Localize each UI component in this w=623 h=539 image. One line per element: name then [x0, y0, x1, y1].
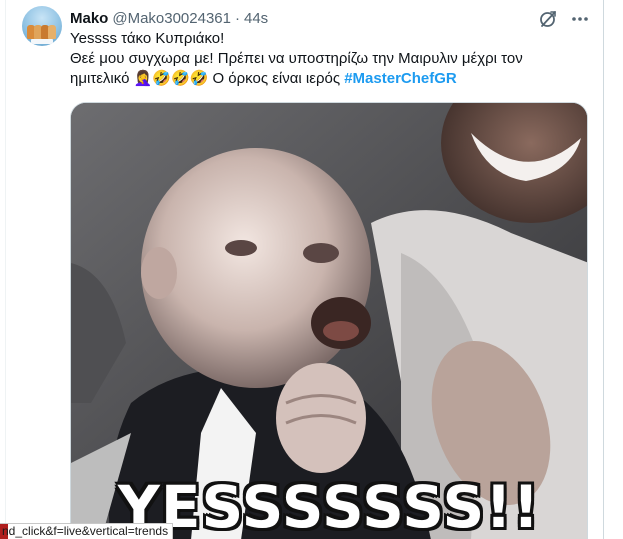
author-handle[interactable]: @Mako30024361	[112, 10, 231, 27]
grok-icon[interactable]	[538, 9, 558, 29]
avatar[interactable]	[22, 6, 62, 46]
tweet-card[interactable]: Mako @Mako30024361 · 44s Yessss τάκο Κυπ…	[8, 0, 602, 539]
avatar-figure	[48, 25, 56, 39]
left-frame-edge	[0, 0, 6, 539]
tweet-text-segment: ημιτελικό 🤦‍♀️🤣🤣🤣 Ο όρκος είναι ιερός	[70, 70, 345, 87]
tweet-media-gif[interactable]: YESSSSSSS!!	[70, 102, 588, 539]
tweet-text: Yessss τάκο Κυπριάκο! Θεέ μου συγχωρα με…	[70, 29, 590, 89]
more-options-icon[interactable]	[570, 9, 590, 29]
browser-status-url: nd_click&f=live&vertical=trends	[0, 523, 174, 539]
right-frame-edge	[603, 0, 604, 539]
tweet-text-line: Θεέ μου συγχωρα με! Πρέπει να υποστηρίζω…	[70, 50, 523, 67]
status-url-text: nd_click&f=live&vertical=trends	[2, 524, 169, 538]
tweet-text-line: Yessss τάκο Κυπριάκο!	[70, 30, 225, 47]
avatar-banner	[31, 39, 53, 44]
tweet-text-line: ημιτελικό 🤦‍♀️🤣🤣🤣 Ο όρκος είναι ιερός #M…	[70, 69, 590, 89]
timestamp[interactable]: 44s	[244, 10, 268, 27]
tweet-header: Mako @Mako30024361 · 44s	[70, 9, 268, 27]
hashtag-link[interactable]: #MasterChefGR	[344, 70, 457, 87]
author-name[interactable]: Mako	[70, 10, 108, 27]
separator-dot: ·	[235, 9, 240, 27]
